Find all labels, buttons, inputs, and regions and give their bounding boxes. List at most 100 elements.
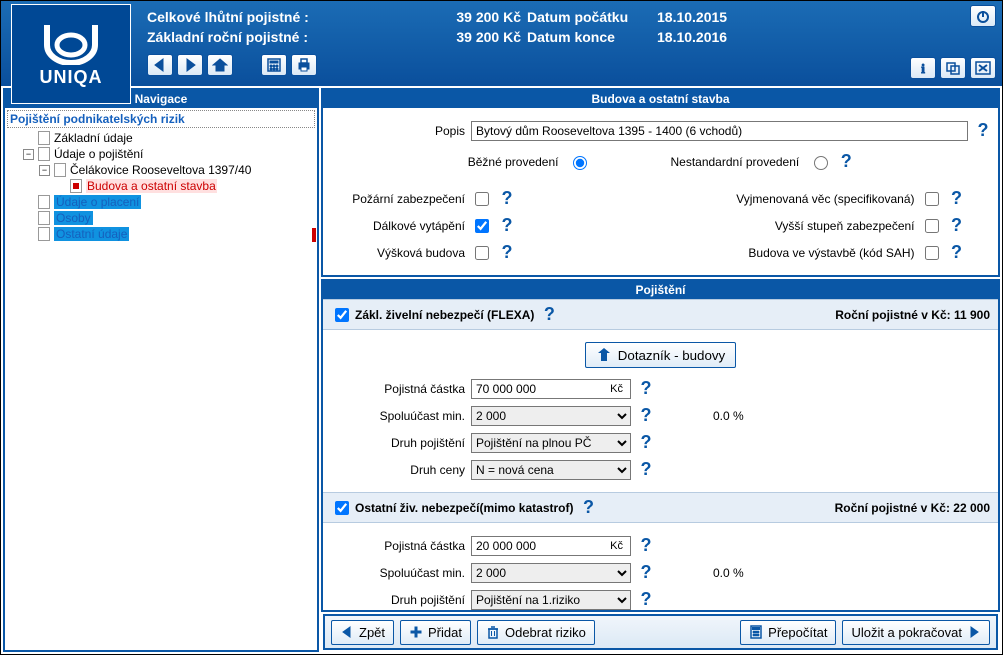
save-continue-button[interactable]: Uložit a pokračovat — [842, 620, 990, 645]
pct2: 0.0 % — [713, 566, 744, 580]
hdr-start-label: Datum počátku — [527, 7, 657, 27]
help-icon[interactable]: ? — [639, 459, 653, 480]
help-icon[interactable]: ? — [639, 562, 653, 583]
pc-label: Pojistná částka — [331, 382, 471, 396]
info-button[interactable]: i — [910, 57, 936, 79]
dalkove-check[interactable] — [475, 219, 489, 233]
spolu1-select[interactable]: 2 000 — [471, 406, 631, 426]
dalkove-label: Dálkové vytápění — [331, 219, 471, 233]
pc-label2: Pojistná částka — [331, 539, 471, 553]
druhceny-label: Druh ceny — [331, 463, 471, 477]
building-panel: Budova a ostatní stavba Popis ? Běžné pr… — [321, 88, 1000, 277]
recalc-button[interactable]: Přepočítat — [740, 620, 836, 645]
help-icon[interactable]: ? — [542, 304, 556, 325]
vyjmen-label: Vyjmenovaná věc (specifikovaná) — [661, 192, 921, 206]
hdr-total-value: 39 200 Kč — [447, 7, 527, 27]
nav-home-button[interactable] — [207, 54, 233, 76]
spolu2-select[interactable]: 2 000 — [471, 563, 631, 583]
ostatni-section: Ostatní živ. nebezpečí(mimo katastrof) ?… — [323, 492, 998, 523]
logo-text: UNIQA — [40, 67, 103, 88]
vyssi-label: Vyšší stupeň zabezpečení — [661, 219, 921, 233]
nav-back-button[interactable] — [147, 54, 173, 76]
vystavba-check[interactable] — [925, 246, 939, 260]
close-button[interactable] — [970, 57, 996, 79]
nav-item-udaje-pojisteni[interactable]: −Údaje o pojištění — [7, 146, 315, 162]
collapse-icon[interactable]: − — [39, 165, 50, 176]
ostatni-check[interactable] — [335, 501, 349, 515]
druhpoj-label2: Druh pojištění — [331, 593, 471, 607]
spolu-label: Spoluúčast min. — [331, 409, 471, 423]
help-icon[interactable]: ? — [639, 589, 653, 610]
back-button[interactable]: Zpět — [331, 620, 394, 645]
help-icon[interactable]: ? — [500, 242, 514, 263]
help-icon[interactable]: ? — [500, 215, 514, 236]
help-icon[interactable]: ? — [500, 188, 514, 209]
collapse-icon[interactable]: − — [23, 149, 34, 160]
druhpoj-label: Druh pojištění — [331, 436, 471, 450]
nav-item-celakovice[interactable]: −Čelákovice Rooseveltova 1397/40 — [7, 162, 315, 178]
power-button[interactable] — [970, 5, 996, 27]
popis-label: Popis — [331, 124, 471, 138]
spolu-label2: Spoluúčast min. — [331, 566, 471, 580]
bezne-radio[interactable] — [573, 156, 587, 170]
nav-item-budova[interactable]: Budova a ostatní stavba — [7, 178, 315, 194]
hdr-total-label: Celkové lhůtní pojistné : — [147, 7, 447, 27]
hdr-start-value: 18.10.2015 — [657, 7, 777, 27]
vystavba-label: Budova ve výstavbě (kód SAH) — [661, 246, 921, 260]
dotaznik-button[interactable]: Dotazník - budovy — [585, 342, 736, 368]
help-icon[interactable]: ? — [639, 378, 653, 399]
flexa-check[interactable] — [335, 308, 349, 322]
nav-item-placeni[interactable]: Údaje o placení — [7, 194, 315, 210]
druhceny-select[interactable]: N = nová cena — [471, 460, 631, 480]
remove-button[interactable]: Odebrat riziko — [477, 620, 595, 645]
nav-forward-button[interactable] — [177, 54, 203, 76]
help-icon[interactable]: ? — [639, 432, 653, 453]
vyjmen-check[interactable] — [925, 192, 939, 206]
add-button[interactable]: Přidat — [400, 620, 471, 645]
nav-item-ostatni[interactable]: Ostatní údaje — [7, 226, 315, 242]
help-icon[interactable]: ? — [639, 535, 653, 556]
nav-item-zakladni[interactable]: Základní údaje — [7, 130, 315, 146]
flexa-label: Zákl. živelní nebezpečí (FLEXA) — [355, 308, 534, 322]
pojisteni-panel: Pojištění Zákl. živelní nebezpečí (FLEXA… — [321, 279, 1000, 612]
pojisteni-panel-title: Pojištění — [323, 281, 998, 299]
pozarni-check[interactable] — [475, 192, 489, 206]
calc-button[interactable] — [261, 54, 287, 76]
vyskova-label: Výšková budova — [331, 246, 471, 260]
flexa-section: Zákl. živelní nebezpečí (FLEXA) ? Roční … — [323, 299, 998, 330]
building-panel-title: Budova a ostatní stavba — [323, 90, 998, 108]
help-icon[interactable]: ? — [976, 120, 990, 141]
druhpoj1-select[interactable]: Pojištění na plnou PČ — [471, 433, 631, 453]
hdr-end-value: 18.10.2016 — [657, 27, 777, 47]
nav-item-osoby[interactable]: Osoby — [7, 210, 315, 226]
popis-input[interactable] — [471, 121, 968, 141]
help-icon[interactable]: ? — [950, 215, 964, 236]
app-header: UNIQA Celkové lhůtní pojistné : 39 200 K… — [1, 1, 1002, 86]
druhpoj2-select[interactable]: Pojištění na 1.riziko — [471, 590, 631, 610]
active-marker — [312, 228, 316, 242]
ostatni-label: Ostatní živ. nebezpečí(mimo katastrof) — [355, 501, 574, 515]
nestd-label: Nestandardní provedení — [670, 155, 799, 169]
svg-text:i: i — [921, 61, 925, 75]
help-icon[interactable]: ? — [582, 497, 596, 518]
pct1: 0.0 % — [713, 409, 744, 423]
help-icon[interactable]: ? — [950, 242, 964, 263]
bezne-label: Běžné provedení — [468, 155, 559, 169]
flexa-right: Roční pojistné v Kč: 11 900 — [835, 308, 990, 322]
nestd-radio[interactable] — [814, 156, 828, 170]
nav-tree: Pojištění podnikatelských rizik Základní… — [5, 108, 317, 650]
nav-root[interactable]: Pojištění podnikatelských rizik — [7, 110, 315, 128]
uniqa-logo: UNIQA — [11, 4, 131, 104]
print-button[interactable] — [291, 54, 317, 76]
pozarni-label: Požární zabezpečení — [331, 192, 471, 206]
help-icon[interactable]: ? — [950, 188, 964, 209]
hdr-base-label: Základní roční pojistné : — [147, 27, 447, 47]
hdr-base-value: 39 200 Kč — [447, 27, 527, 47]
vyssi-check[interactable] — [925, 219, 939, 233]
nav-panel: Navigace Pojištění podnikatelských rizik… — [3, 88, 319, 652]
copy-button[interactable] — [940, 57, 966, 79]
vyskova-check[interactable] — [475, 246, 489, 260]
help-icon[interactable]: ? — [639, 405, 653, 426]
help-icon[interactable]: ? — [839, 151, 853, 172]
footer-bar: Zpět Přidat Odebrat riziko Přepočítat Ul… — [323, 614, 998, 650]
